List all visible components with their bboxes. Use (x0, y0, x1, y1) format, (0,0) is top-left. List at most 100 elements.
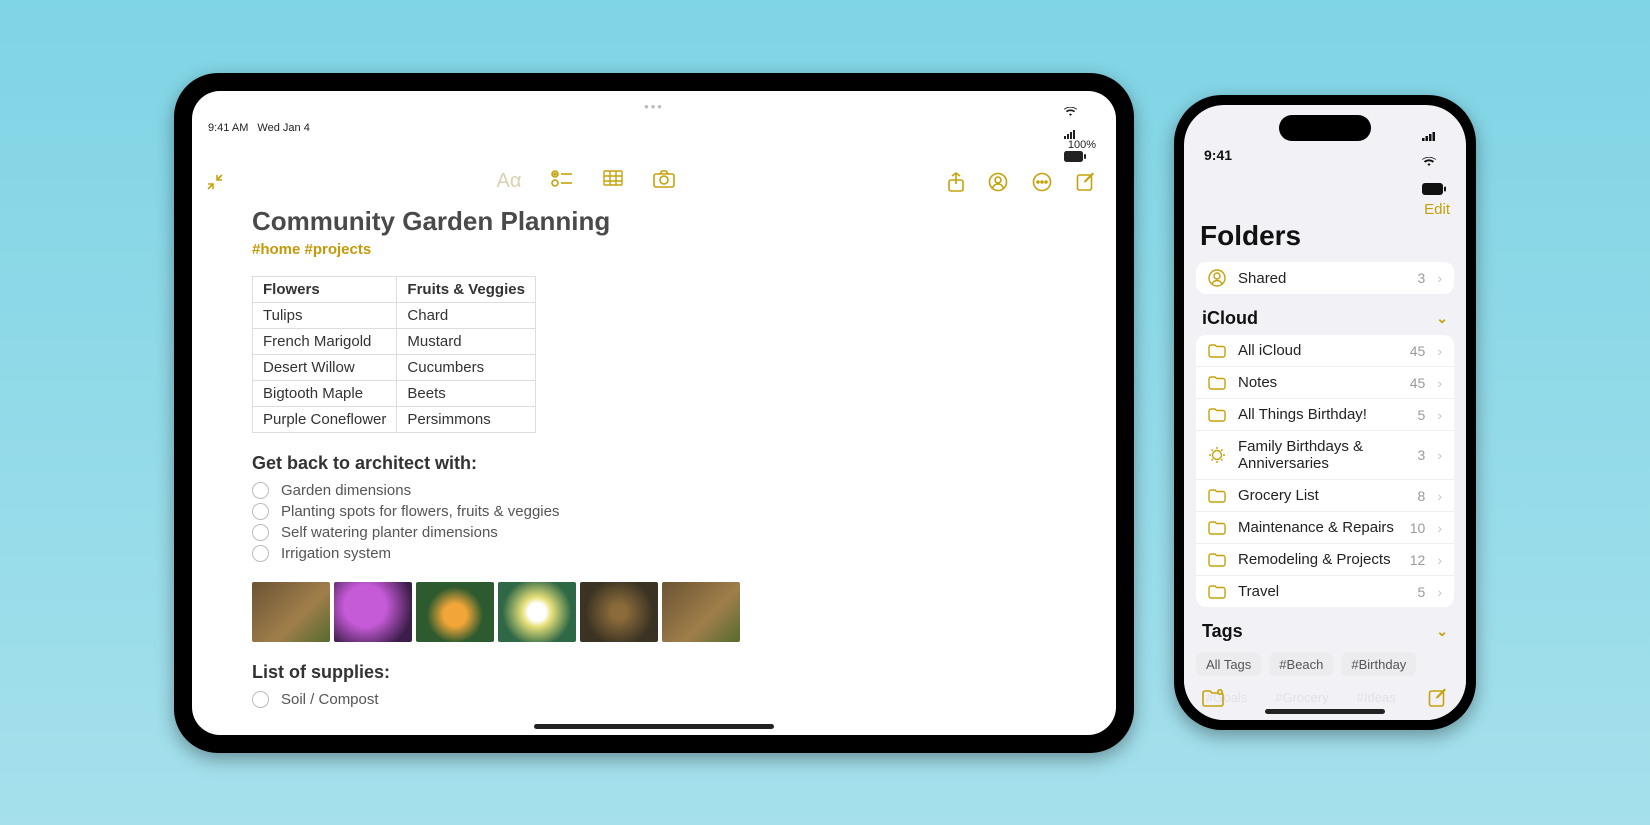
folder-label: Grocery List (1238, 487, 1406, 504)
section-icloud[interactable]: iCloud ⌄ (1184, 308, 1466, 329)
table-cell[interactable]: Purple Coneflower (253, 406, 397, 432)
folder-icon (1208, 376, 1226, 390)
checklist-item[interactable]: Garden dimensions (252, 482, 1056, 499)
tag-chip[interactable]: #Birthday (1341, 652, 1416, 677)
more-icon[interactable] (1032, 172, 1052, 192)
note-tags[interactable]: #home #projects (252, 241, 1056, 258)
chevron-right-icon: › (1437, 488, 1442, 504)
table-header[interactable]: Flowers (253, 276, 397, 302)
share-icon[interactable] (948, 172, 964, 192)
checklist-icon[interactable] (551, 170, 573, 193)
note-title[interactable]: Community Garden Planning (252, 206, 1056, 237)
folder-icon (1208, 489, 1226, 503)
ipad-screen: 9:41 AM Wed Jan 4 100% ••• Aα (192, 91, 1116, 735)
image-thumb[interactable] (416, 582, 494, 642)
wifi-icon (1064, 107, 1100, 117)
iphone-time: 9:41 (1204, 147, 1232, 163)
supplies-heading[interactable]: List of supplies: (252, 662, 1056, 683)
table-cell[interactable]: Desert Willow (253, 354, 397, 380)
checklist-item[interactable]: Soil / Compost (252, 691, 1056, 708)
folder-icon (1208, 344, 1226, 358)
checkbox-icon[interactable] (252, 503, 269, 520)
folder-row[interactable]: All Things Birthday!5› (1196, 399, 1454, 431)
folder-count: 5 (1418, 584, 1426, 600)
image-thumb[interactable] (662, 582, 740, 642)
chevron-right-icon: › (1437, 447, 1442, 463)
image-thumb[interactable] (498, 582, 576, 642)
tag-chip[interactable]: All Tags (1196, 652, 1261, 677)
table-cell[interactable]: Mustard (397, 328, 536, 354)
folder-count: 8 (1418, 488, 1426, 504)
battery-icon (1064, 151, 1100, 162)
note-body[interactable]: Community Garden Planning #home #project… (192, 202, 1116, 708)
fullscreen-collapse-icon[interactable] (206, 173, 224, 191)
image-thumbnails (252, 582, 1056, 642)
folder-count: 3 (1418, 447, 1426, 463)
checklist-label: Irrigation system (281, 545, 391, 562)
home-indicator[interactable] (534, 724, 774, 729)
wifi-icon (1422, 157, 1446, 167)
checkbox-icon[interactable] (252, 524, 269, 541)
checkbox-icon[interactable] (252, 482, 269, 499)
folder-row-shared[interactable]: Shared 3 › (1196, 262, 1454, 294)
folder-icon (1208, 553, 1226, 567)
dynamic-island (1279, 115, 1371, 141)
note-table[interactable]: Flowers Fruits & Veggies TulipsChard Fre… (252, 276, 536, 433)
image-thumb[interactable] (252, 582, 330, 642)
table-cell[interactable]: Bigtooth Maple (253, 380, 397, 406)
image-thumb[interactable] (334, 582, 412, 642)
table-header[interactable]: Fruits & Veggies (397, 276, 536, 302)
format-icon[interactable]: Aα (497, 170, 522, 193)
table-cell[interactable]: Cucumbers (397, 354, 536, 380)
multitask-dots-icon[interactable]: ••• (644, 99, 664, 114)
folder-row[interactable]: Remodeling & Projects12› (1196, 544, 1454, 576)
folder-icon (1208, 585, 1226, 599)
table-cell[interactable]: Persimmons (397, 406, 536, 432)
checklist-item[interactable]: Self watering planter dimensions (252, 524, 1056, 541)
folder-count: 3 (1418, 270, 1426, 286)
folder-label: Family Birthdays & Anniversaries (1238, 438, 1406, 472)
folder-row[interactable]: Travel5› (1196, 576, 1454, 607)
note-toolbar: Aα (192, 162, 1116, 202)
folder-label: All Things Birthday! (1238, 406, 1406, 423)
chevron-right-icon: › (1437, 552, 1442, 568)
folder-count: 12 (1410, 552, 1426, 568)
table-cell[interactable]: Chard (397, 302, 536, 328)
tag-chip[interactable]: #Beach (1269, 652, 1333, 677)
icloud-folders: All iCloud45›Notes45›All Things Birthday… (1196, 335, 1454, 607)
table-icon[interactable] (603, 170, 623, 193)
ipad-time: 9:41 AM (208, 122, 248, 134)
checklist-item[interactable]: Irrigation system (252, 545, 1056, 562)
home-indicator[interactable] (1265, 709, 1385, 714)
architect-heading[interactable]: Get back to architect with: (252, 453, 1056, 474)
folder-count: 10 (1410, 520, 1426, 536)
folder-row[interactable]: Notes45› (1196, 367, 1454, 399)
camera-icon[interactable] (653, 170, 675, 193)
chevron-right-icon: › (1437, 520, 1442, 536)
battery-pct: 100% (1068, 139, 1096, 151)
compose-icon[interactable] (1076, 172, 1096, 192)
chevron-right-icon: › (1437, 270, 1442, 286)
chevron-down-icon: ⌄ (1436, 623, 1448, 640)
table-cell[interactable]: Beets (397, 380, 536, 406)
folder-row[interactable]: All iCloud45› (1196, 335, 1454, 367)
compose-icon[interactable] (1428, 688, 1448, 708)
chevron-right-icon: › (1437, 343, 1442, 359)
collaborate-icon[interactable] (988, 172, 1008, 192)
checklist-label: Self watering planter dimensions (281, 524, 498, 541)
checklist-item[interactable]: Planting spots for flowers, fruits & veg… (252, 503, 1056, 520)
table-cell[interactable]: Tulips (253, 302, 397, 328)
folder-row[interactable]: Family Birthdays & Anniversaries 3 › (1196, 431, 1454, 480)
folder-label: Shared (1238, 270, 1406, 287)
chevron-right-icon: › (1437, 407, 1442, 423)
table-cell[interactable]: French Marigold (253, 328, 397, 354)
checkbox-icon[interactable] (252, 545, 269, 562)
new-folder-icon[interactable] (1202, 689, 1224, 707)
folder-row[interactable]: Grocery List 8 › (1196, 480, 1454, 512)
image-thumb[interactable] (580, 582, 658, 642)
folder-row[interactable]: Maintenance & Repairs10› (1196, 512, 1454, 544)
edit-button[interactable]: Edit (1184, 195, 1466, 218)
checkbox-icon[interactable] (252, 691, 269, 708)
checklist-label: Soil / Compost (281, 691, 379, 708)
section-tags[interactable]: Tags ⌄ (1184, 621, 1466, 642)
